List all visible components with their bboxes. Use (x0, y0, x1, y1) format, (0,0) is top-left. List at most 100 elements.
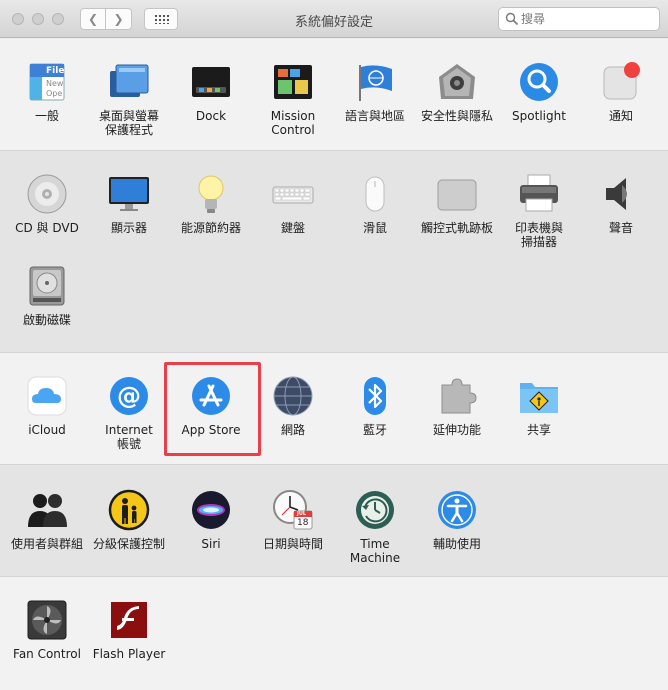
general-icon-file: File (46, 66, 65, 76)
pane-language-region[interactable]: 語言與地區 (334, 61, 416, 123)
pane-label: Fan Control (13, 647, 81, 661)
pane-startup-disk[interactable]: 啟動磁碟 (6, 265, 88, 327)
desktop-icon (108, 61, 150, 103)
pane-label: 能源節約器 (180, 221, 241, 235)
pane-date-time[interactable]: JUL 18 日期與時間 (252, 489, 334, 551)
pane-sharing[interactable]: 共享 (498, 375, 580, 437)
general-icon-open: Ope (46, 89, 63, 98)
pane-label: 通知 (608, 109, 633, 123)
icloud-icon (26, 375, 68, 417)
notifications-icon (600, 61, 642, 103)
pane-label: Spotlight (512, 109, 566, 123)
pane-keyboard[interactable]: 鍵盤 (252, 173, 334, 235)
pane-parental-controls[interactable]: 分級保護控制 (88, 489, 170, 551)
general-icon-new: New (46, 79, 64, 88)
extensions-icon (436, 375, 478, 417)
pane-mouse[interactable]: 滑鼠 (334, 173, 416, 235)
pane-siri[interactable]: Siri (170, 489, 252, 551)
pane-label: CD 與 DVD (15, 221, 79, 235)
parental-controls-icon (108, 489, 150, 531)
energy-icon (190, 173, 232, 215)
pane-label: iCloud (28, 423, 66, 437)
pane-label: 一般 (34, 109, 59, 123)
pane-accessibility[interactable]: 輔助使用 (416, 489, 498, 551)
pane-displays[interactable]: 顯示器 (88, 173, 170, 235)
pane-label: 觸控式軌跡板 (420, 221, 493, 235)
pane-label: 日期與時間 (262, 537, 323, 551)
pane-label: 印表機與 掃描器 (514, 221, 563, 249)
section-other: Fan Control Flash Player (0, 577, 668, 690)
security-icon (436, 61, 478, 103)
section-system: 使用者與群組 分級保護控制 Siri JUL 18 日期與時間 Time Mac… (0, 465, 668, 577)
pane-notifications[interactable]: 通知 (580, 61, 662, 123)
pane-general[interactable]: File New Ope 一般 (6, 61, 88, 123)
pane-spotlight[interactable]: Spotlight (498, 61, 580, 123)
pane-printers-scanners[interactable]: 印表機與 掃描器 (498, 173, 580, 249)
pane-label: 啟動磁碟 (22, 313, 71, 327)
pane-icloud[interactable]: iCloud (6, 375, 88, 437)
pane-label: 使用者與群組 (10, 537, 83, 551)
pane-fan-control[interactable]: Fan Control (6, 599, 88, 661)
fan-control-icon (26, 599, 68, 641)
siri-icon (190, 489, 232, 531)
pane-label: 輔助使用 (432, 537, 481, 551)
display-icon (108, 173, 150, 215)
pane-cd-dvd[interactable]: CD 與 DVD (6, 173, 88, 235)
startup-disk-icon (26, 265, 68, 307)
system-preferences-window: ❮ ❯ 系統偏好設定 File New Ope 一般 (0, 0, 668, 690)
pane-trackpad[interactable]: 觸控式軌跡板 (416, 173, 498, 235)
section-hardware: CD 與 DVD 顯示器 能源節約器 鍵盤 滑鼠 觸控式軌跡板 印表機與 掃描器… (0, 151, 668, 353)
pane-label: 顯示器 (110, 221, 147, 235)
flash-player-icon (108, 599, 150, 641)
pane-label: 語言與地區 (344, 109, 405, 123)
pane-mission-control[interactable]: Mission Control (252, 61, 334, 137)
pane-label: Time Machine (349, 537, 401, 565)
accessibility-icon (436, 489, 478, 531)
pane-label: Siri (201, 537, 221, 551)
spotlight-icon (518, 61, 560, 103)
section-personal: File New Ope 一般 桌面與螢幕 保護程式 Dock Mission … (0, 39, 668, 151)
pane-flash-player[interactable]: Flash Player (88, 599, 170, 661)
pane-sound[interactable]: 聲音 (580, 173, 662, 235)
search-input[interactable] (521, 10, 655, 28)
calendar-day: 18 (297, 518, 309, 528)
calendar-month: JUL (297, 511, 307, 517)
keyboard-icon (272, 173, 314, 215)
pane-network[interactable]: 網路 (252, 375, 334, 437)
pane-label: 聲音 (608, 221, 633, 235)
search-field[interactable] (498, 7, 660, 31)
language-icon (354, 61, 396, 103)
sharing-icon (518, 375, 560, 417)
bluetooth-icon (354, 375, 396, 417)
time-machine-icon (354, 489, 396, 531)
cd-dvd-icon (26, 173, 68, 215)
general-icon: File New Ope (26, 61, 68, 103)
pane-security-privacy[interactable]: 安全性與隱私 (416, 61, 498, 123)
pane-desktop-screensaver[interactable]: 桌面與螢幕 保護程式 (88, 61, 170, 137)
internet-accounts-icon: @ (108, 375, 150, 417)
pane-label: 鍵盤 (280, 221, 305, 235)
pane-time-machine[interactable]: Time Machine (334, 489, 416, 565)
pane-dock[interactable]: Dock (170, 61, 252, 123)
title-bar: ❮ ❯ 系統偏好設定 (0, 0, 668, 38)
pane-label: Dock (195, 109, 227, 123)
mission-control-icon (272, 61, 314, 103)
mouse-icon (354, 173, 396, 215)
pane-extensions[interactable]: 延伸功能 (416, 375, 498, 437)
pane-bluetooth[interactable]: 藍牙 (334, 375, 416, 437)
trackpad-icon (436, 173, 478, 215)
pane-label: 共享 (526, 423, 551, 437)
pane-label: 分級保護控制 (92, 537, 165, 551)
pane-users-groups[interactable]: 使用者與群組 (6, 489, 88, 551)
pane-internet-accounts[interactable]: @ Internet 帳號 (88, 375, 170, 451)
sound-icon (600, 173, 642, 215)
pane-label: Internet 帳號 (105, 423, 153, 451)
pane-label: 延伸功能 (432, 423, 481, 437)
pane-label: Flash Player (92, 647, 166, 661)
date-time-icon: JUL 18 (272, 489, 314, 531)
dock-icon (190, 61, 232, 103)
users-icon (26, 489, 68, 531)
pane-energy-saver[interactable]: 能源節約器 (170, 173, 252, 235)
svg-text:@: @ (117, 382, 141, 410)
section-internet-wireless: iCloud @ Internet 帳號 App Store 網路 藍牙 延伸功… (0, 353, 668, 465)
